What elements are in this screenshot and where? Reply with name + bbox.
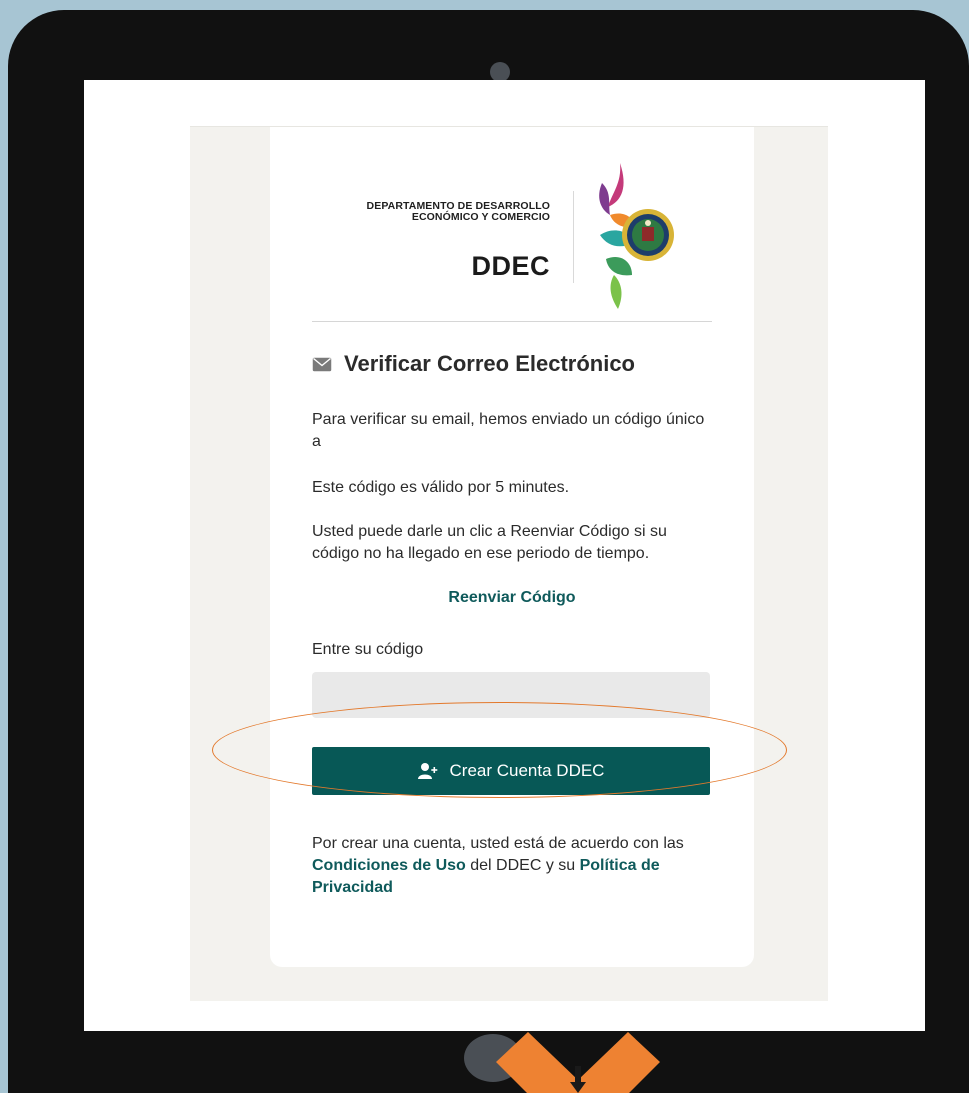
verification-sent-text: Para verificar su email, hemos enviado u… bbox=[312, 411, 705, 450]
camera-dot bbox=[490, 62, 510, 82]
terms-text: Por crear una cuenta, usted está de acue… bbox=[312, 833, 712, 899]
terms-of-use-link[interactable]: Condiciones de Uso bbox=[312, 857, 466, 874]
user-plus-icon bbox=[417, 763, 437, 779]
department-line-2: ECONÓMICO Y COMERCIO bbox=[411, 211, 550, 223]
ddec-header: DEPARTAMENTO DE DESARROLLO ECONÓMICO Y C… bbox=[270, 127, 754, 322]
resend-instructions-text: Usted puede darle un clic a Reenviar Cód… bbox=[312, 523, 667, 562]
create-account-button[interactable]: Crear Cuenta DDEC bbox=[312, 747, 710, 795]
code-field-label: Entre su código bbox=[312, 641, 424, 658]
header-vertical-divider bbox=[573, 191, 574, 283]
terms-middle: del DDEC y su bbox=[465, 857, 580, 874]
tablet-screen: DEPARTAMENTO DE DESARROLLO ECONÓMICO Y C… bbox=[84, 80, 925, 1031]
verify-card: DEPARTAMENTO DE DESARROLLO ECONÓMICO Y C… bbox=[270, 127, 754, 967]
terms-prefix: Por crear una cuenta, usted está de acue… bbox=[312, 835, 684, 852]
create-account-button-label: Crear Cuenta DDEC bbox=[449, 761, 605, 780]
puerto-rico-emblem-icon bbox=[599, 163, 674, 309]
department-name: DEPARTAMENTO DE DESARROLLO ECONÓMICO Y C… bbox=[310, 201, 550, 223]
envelope-icon bbox=[312, 357, 332, 371]
brand-name: DDEC bbox=[471, 251, 550, 281]
header-divider bbox=[312, 321, 712, 322]
section-title-row: Verificar Correo Electrónico bbox=[312, 351, 635, 377]
resend-code-link[interactable]: Reenviar Código bbox=[312, 589, 712, 607]
code-validity-text: Este código es válido por 5 minutes. bbox=[312, 479, 570, 496]
page-background: DEPARTAMENTO DE DESARROLLO ECONÓMICO Y C… bbox=[190, 126, 828, 1001]
verification-code-input[interactable] bbox=[312, 672, 710, 718]
scroll-down-arrow-icon bbox=[496, 1032, 660, 1093]
page-title: Verificar Correo Electrónico bbox=[344, 351, 635, 376]
tablet-frame: DEPARTAMENTO DE DESARROLLO ECONÓMICO Y C… bbox=[8, 10, 969, 1093]
